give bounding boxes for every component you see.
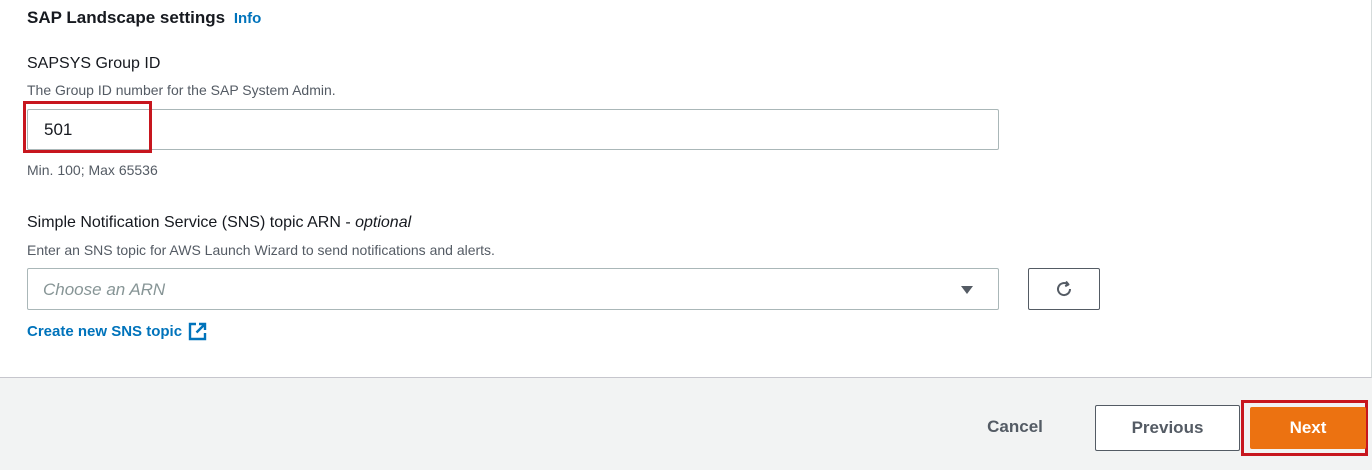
caret-down-icon [961, 286, 973, 294]
sns-topic-label-sep: - [340, 214, 356, 231]
sapsys-group-id-label: SAPSYS Group ID [27, 55, 161, 72]
sns-topic-description: Enter an SNS topic for AWS Launch Wizard… [27, 242, 495, 258]
sap-landscape-settings-panel: SAP Landscape settings Info SAPSYS Group… [0, 0, 1372, 378]
info-link[interactable]: Info [234, 10, 262, 27]
optional-tag: optional [355, 214, 412, 231]
next-button[interactable]: Next [1250, 407, 1366, 449]
create-sns-topic-link[interactable]: Create new SNS topic [27, 322, 207, 341]
refresh-icon [1057, 280, 1072, 297]
sns-topic-select[interactable]: Choose an ARN [27, 268, 999, 310]
sns-topic-placeholder: Choose an ARN [43, 280, 166, 299]
sapsys-group-id-description: The Group ID number for the SAP System A… [27, 82, 336, 98]
refresh-button[interactable] [1028, 268, 1100, 310]
sapsys-group-id-input[interactable] [27, 109, 999, 150]
previous-button[interactable]: Previous [1095, 405, 1240, 451]
cancel-button[interactable]: Cancel [955, 405, 1075, 449]
external-link-icon [188, 322, 207, 341]
sns-topic-label-text: Simple Notification Service (SNS) topic … [27, 214, 341, 231]
section-title: SAP Landscape settings [27, 8, 226, 27]
section-header: SAP Landscape settings Info [27, 8, 261, 28]
sapsys-group-id-constraint: Min. 100; Max 65536 [27, 162, 158, 178]
create-sns-topic-label: Create new SNS topic [27, 323, 183, 340]
sns-topic-label: Simple Notification Service (SNS) topic … [27, 214, 411, 232]
